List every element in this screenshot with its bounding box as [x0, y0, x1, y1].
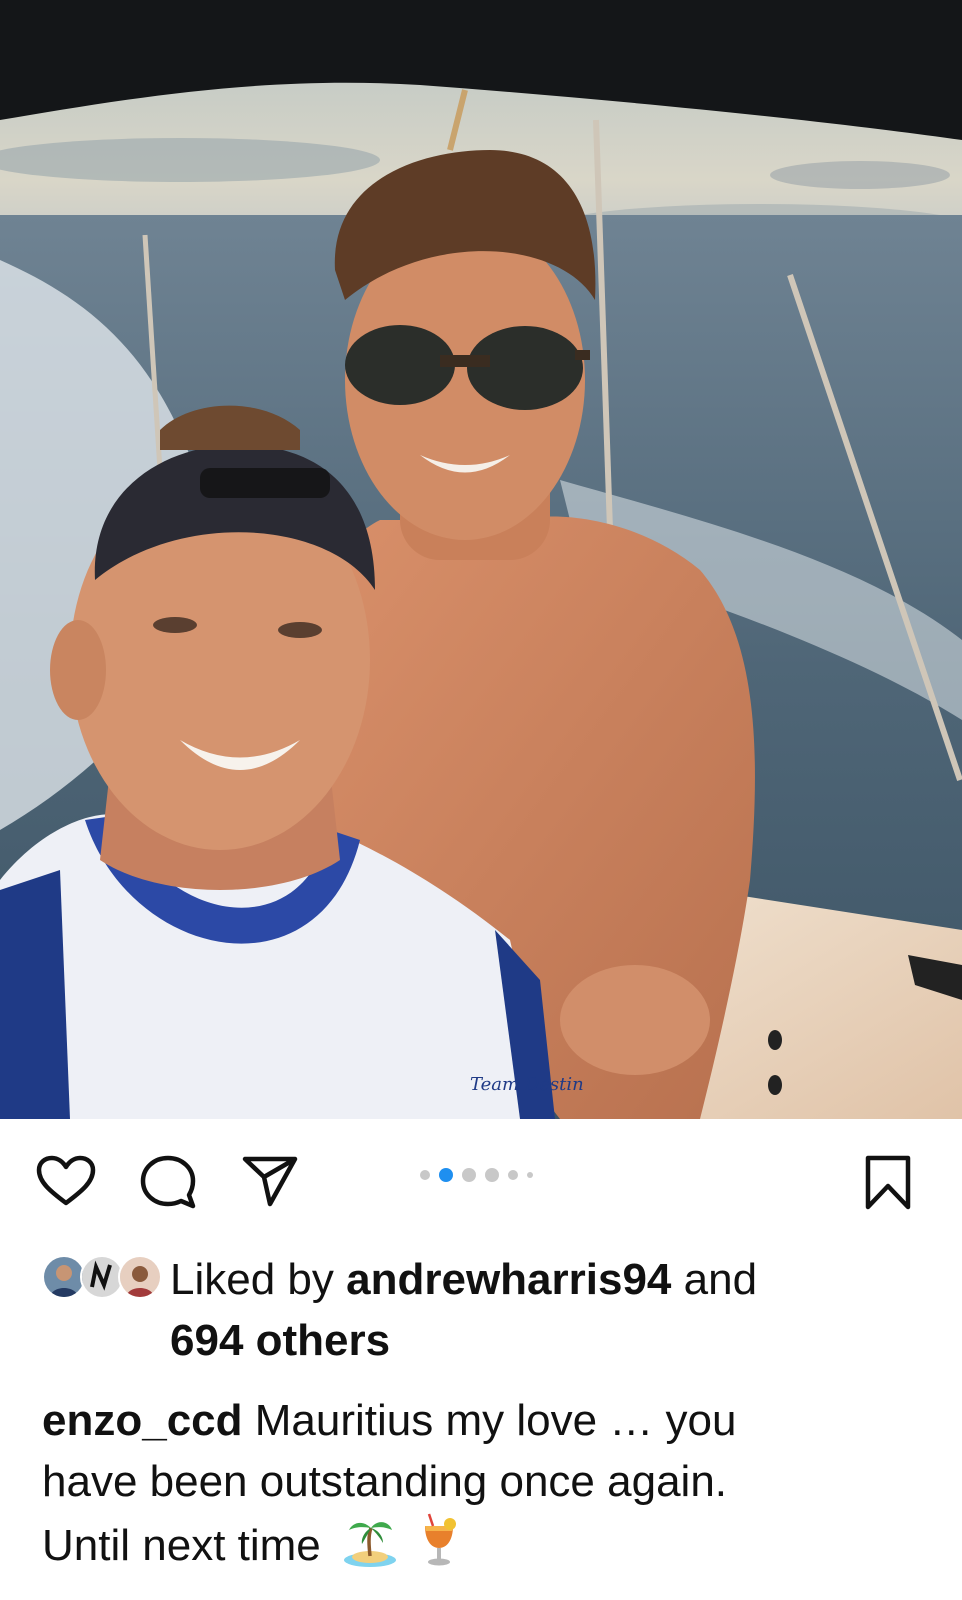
tropical-drink-emoji-icon: [425, 1513, 457, 1566]
caption-line-2: have been outstanding once again.: [42, 1457, 728, 1506]
carousel-dot: [527, 1172, 533, 1178]
likes-text: Liked by andrewharris94 and 694 others: [170, 1249, 890, 1371]
likes-prefix: Liked by: [170, 1255, 334, 1304]
post-photo[interactable]: Team Destin: [0, 0, 962, 1119]
carousel-dot: [485, 1168, 499, 1182]
svg-text:Team Destin: Team Destin: [470, 1074, 584, 1095]
likes-count-link[interactable]: 694 others: [170, 1316, 390, 1365]
liker-username-link[interactable]: andrewharris94: [346, 1255, 671, 1304]
carousel-dot-active: [439, 1168, 453, 1182]
post-caption: enzo_ccd Mauritius my love … you have be…: [42, 1390, 922, 1576]
carousel-dot: [462, 1168, 476, 1182]
carousel-indicator: [420, 1167, 533, 1183]
author-username-link[interactable]: enzo_ccd: [42, 1396, 243, 1445]
desert-island-emoji-icon: [344, 1522, 396, 1567]
carousel-dot: [508, 1170, 518, 1180]
caption-line-1: Mauritius my love … you: [254, 1396, 737, 1445]
carousel-dot: [420, 1170, 430, 1180]
paper-plane-icon[interactable]: [242, 1155, 298, 1207]
likes-conjunction: and: [683, 1255, 758, 1304]
liker-avatars[interactable]: [42, 1255, 162, 1299]
comment-bubble-icon[interactable]: [140, 1155, 196, 1209]
avatar[interactable]: [118, 1255, 162, 1299]
heart-icon[interactable]: [36, 1155, 96, 1207]
bookmark-icon[interactable]: [864, 1155, 912, 1211]
caption-line-3: Until next time: [42, 1521, 321, 1570]
